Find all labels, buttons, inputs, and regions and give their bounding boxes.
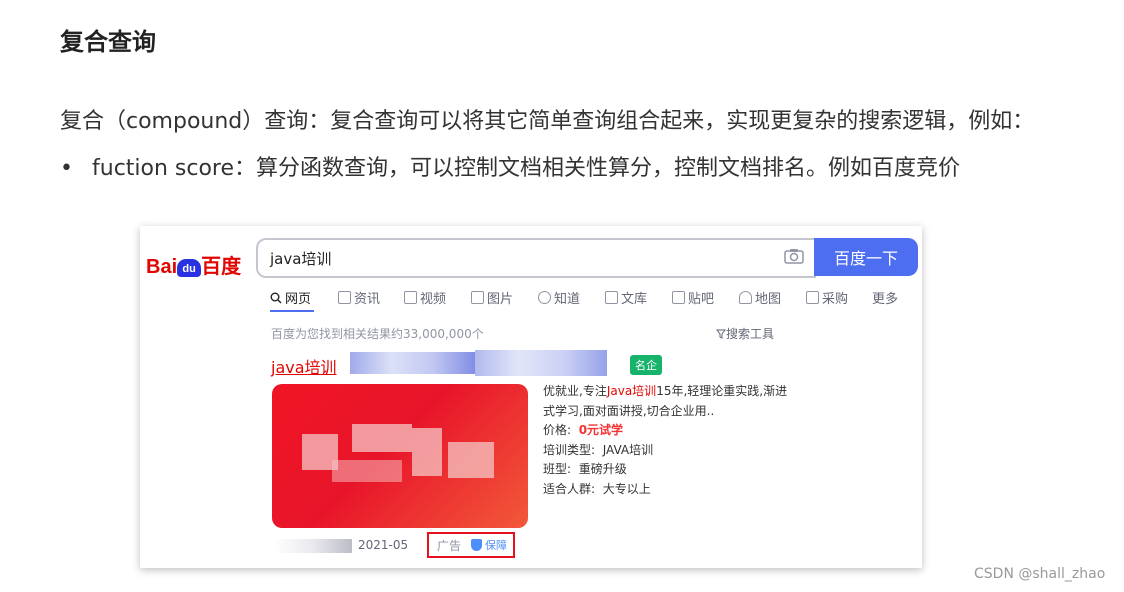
ad-title-link[interactable]: java培训 xyxy=(271,354,337,378)
tab-map[interactable]: 地图 xyxy=(739,288,781,307)
ad-details: 优就业,专注Java培训15年,轻理论重实践,渐进 式学习,面对面讲授,切合企业… xyxy=(543,384,788,496)
search-tools-button[interactable]: 搜索工具 xyxy=(716,325,774,342)
pixelated-block xyxy=(412,428,442,476)
active-tab-indicator xyxy=(270,310,314,312)
tab-tieba[interactable]: 贴吧 xyxy=(672,288,714,307)
ad-date: 2021-05 xyxy=(358,538,409,552)
tab-web[interactable]: 网页 xyxy=(270,288,311,307)
tab-images[interactable]: 图片 xyxy=(471,288,513,307)
bullet-item: • fuction score：算分函数查询，可以控制文档相关性算分，控制文档排名… xyxy=(60,150,960,182)
camera-icon[interactable] xyxy=(784,248,804,264)
question-icon xyxy=(538,291,551,304)
shield-icon xyxy=(471,539,483,551)
result-count: 百度为您找到相关结果约33,000,000个 xyxy=(271,327,484,341)
bullet-text: fuction score：算分函数查询，可以控制文档相关性算分，控制文档排名。… xyxy=(92,156,961,181)
tab-video[interactable]: 视频 xyxy=(404,288,446,307)
search-icon xyxy=(270,292,282,304)
pixelated-block xyxy=(332,460,402,482)
ad-footer: 2021-05 xyxy=(274,538,408,553)
tab-wenku[interactable]: 文库 xyxy=(605,288,647,307)
filter-icon xyxy=(716,329,726,339)
intro-paragraph: 复合（compound）查询：复合查询可以将其它简单查询组合起来，实现更复杂的搜… xyxy=(60,109,1035,134)
baidu-search-screenshot: Bai du 百度 java培训 百度一下 网页 资讯 视频 图片 知道 文库 贴吧… xyxy=(140,226,922,568)
ad-label-highlight: 广告 保障 xyxy=(427,532,515,558)
pixelated-block xyxy=(448,442,494,478)
ad-image[interactable] xyxy=(272,384,528,528)
verified-badge: 名企 xyxy=(630,355,662,375)
guarantee-label: 保障 xyxy=(485,539,508,552)
search-button[interactable]: 百度一下 xyxy=(814,238,918,276)
video-icon xyxy=(404,291,417,304)
ad-label: 广告 xyxy=(437,538,462,553)
doc-icon xyxy=(605,291,618,304)
image-icon xyxy=(471,291,484,304)
watermark: CSDN @shall_zhao xyxy=(974,566,1106,582)
tieba-icon xyxy=(672,291,685,304)
redacted-source xyxy=(274,538,352,553)
tab-more[interactable]: 更多 xyxy=(872,288,898,307)
news-icon xyxy=(338,291,351,304)
bullet-marker: • xyxy=(60,156,73,181)
redacted-title-2 xyxy=(475,350,607,376)
search-input-value: java培训 xyxy=(270,250,332,268)
tab-purchase[interactable]: 采购 xyxy=(806,288,848,307)
redacted-title xyxy=(350,352,475,374)
map-icon xyxy=(739,291,752,304)
tab-news[interactable]: 资讯 xyxy=(338,288,380,307)
tab-zhidao[interactable]: 知道 xyxy=(538,288,580,307)
paw-icon: du xyxy=(177,258,202,277)
baidu-logo[interactable]: Bai du 百度 xyxy=(146,250,241,279)
search-input[interactable]: java培训 xyxy=(256,238,816,278)
section-heading: 复合查询 xyxy=(60,28,156,56)
pixelated-block xyxy=(352,424,412,452)
purchase-icon xyxy=(806,291,819,304)
